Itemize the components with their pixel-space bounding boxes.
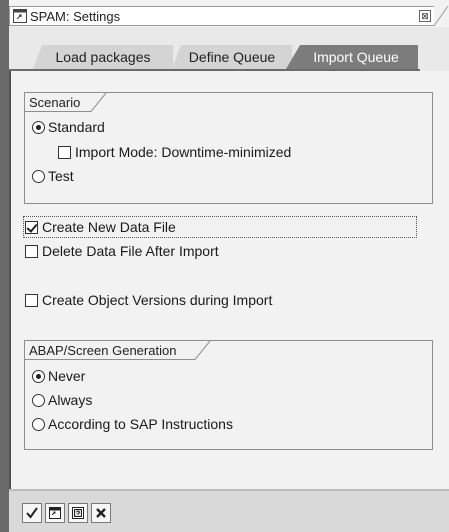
checkbox[interactable]: [25, 220, 38, 234]
checkbox-label: Create New Data File: [42, 219, 176, 235]
radio-label: Never: [48, 368, 86, 384]
close-button[interactable]: ⊠: [419, 10, 431, 22]
tab-load-packages[interactable]: Load packages: [33, 45, 173, 69]
radio-button[interactable]: [32, 393, 45, 407]
radio-button[interactable]: [32, 169, 45, 183]
generation-title: ABAP/Screen Generation: [29, 343, 177, 358]
radio-button[interactable]: [32, 369, 45, 383]
tab-label: Import Queue: [313, 49, 399, 65]
radio-always[interactable]: Always: [32, 392, 92, 408]
title-bar: SPAM: Settings ⊠: [9, 6, 434, 26]
tab-import-queue[interactable]: Import Queue: [286, 45, 418, 69]
radio-according-to-sap[interactable]: According to SAP Instructions: [32, 416, 233, 432]
checkbox-label: Create Object Versions during Import: [42, 292, 273, 308]
save-settings-button[interactable]: [45, 503, 65, 523]
radio-never[interactable]: Never: [32, 368, 85, 384]
window-menu-icon[interactable]: [13, 9, 27, 23]
checkbox-import-mode[interactable]: Import Mode: Downtime-minimized: [58, 144, 291, 160]
checkbox[interactable]: [25, 244, 38, 258]
checkbox[interactable]: [58, 145, 71, 159]
save-settings-icon: [49, 507, 61, 519]
button-toolbar: [9, 491, 449, 532]
radio-standard[interactable]: Standard: [32, 119, 105, 135]
checkbox-delete-data-file[interactable]: Delete Data File After Import: [25, 243, 219, 259]
checkbox-create-new-data-file[interactable]: Create New Data File: [25, 219, 176, 235]
radio-label: Standard: [48, 119, 105, 135]
radio-test[interactable]: Test: [32, 168, 74, 184]
radio-label: Test: [48, 168, 74, 184]
radio-button[interactable]: [32, 120, 45, 134]
title-bar-corner: [433, 5, 449, 27]
tab-define-queue[interactable]: Define Queue: [172, 45, 292, 69]
checkbox[interactable]: [25, 293, 38, 307]
radio-label: According to SAP Instructions: [48, 416, 233, 432]
checkbox-create-object-versions[interactable]: Create Object Versions during Import: [25, 292, 272, 308]
radio-button[interactable]: [32, 417, 45, 431]
radio-label: Always: [48, 392, 93, 408]
help-button[interactable]: [68, 503, 88, 523]
cancel-button[interactable]: [91, 503, 111, 523]
window-title: SPAM: Settings: [30, 9, 121, 24]
checkbox-label: Import Mode: Downtime-minimized: [75, 144, 292, 160]
window-frame-edge: [0, 0, 9, 532]
settings-window: SPAM: Settings ⊠ Load packages Define Qu…: [0, 0, 449, 532]
tab-label: Load packages: [55, 49, 151, 65]
confirm-icon: [26, 507, 38, 519]
confirm-button[interactable]: [22, 503, 42, 523]
tab-label: Define Queue: [188, 49, 276, 65]
scenario-title: Scenario: [29, 95, 81, 110]
checkbox-label: Delete Data File After Import: [42, 243, 219, 259]
help-icon: [72, 507, 84, 519]
cancel-icon: [96, 508, 106, 518]
